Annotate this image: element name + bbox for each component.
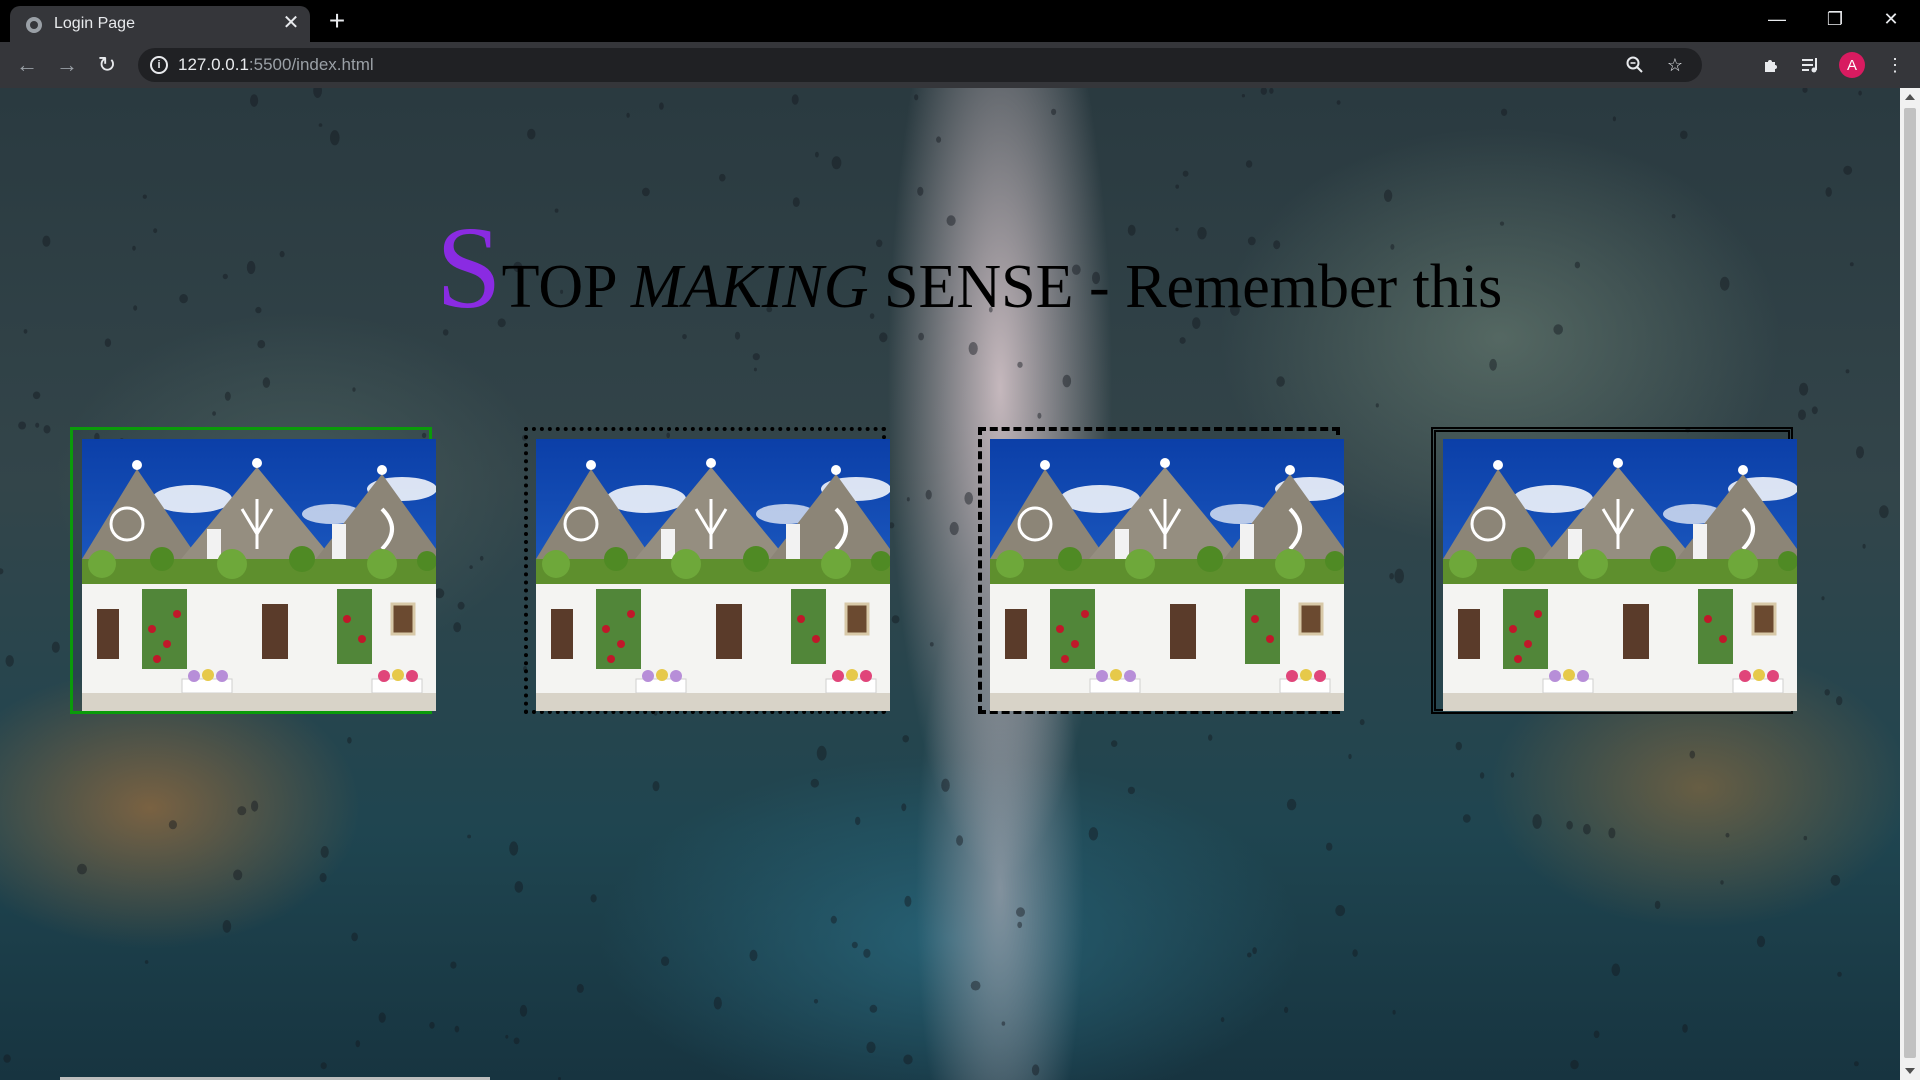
new-tab-button[interactable]: + <box>322 7 352 35</box>
title-part-1: TOP <box>501 253 631 321</box>
zoom-icon[interactable] <box>1622 52 1648 78</box>
trulli-house-photo <box>990 439 1345 711</box>
trulli-house-photo <box>1443 439 1798 711</box>
restore-button[interactable]: ❐ <box>1806 0 1864 38</box>
close-window-button[interactable]: ✕ <box>1862 0 1920 38</box>
trulli-house-photo <box>82 439 437 711</box>
image-frame-dotted <box>524 427 891 714</box>
minimize-button[interactable]: — <box>1748 0 1806 38</box>
page-title: STOP MAKING SENSE - Remember this <box>436 200 1536 336</box>
extensions-puzzle-icon[interactable] <box>1756 50 1786 80</box>
back-arrow-icon[interactable]: ← <box>12 50 42 80</box>
profile-avatar[interactable]: A <box>1839 52 1865 78</box>
kebab-menu-icon[interactable]: ⋮ <box>1880 50 1910 80</box>
image-frame-double <box>1431 427 1798 714</box>
media-queue-icon[interactable] <box>1796 50 1826 80</box>
title-italic-word: MAKING <box>630 253 869 321</box>
scroll-down-arrow-icon[interactable] <box>1905 1068 1915 1074</box>
browser-tab[interactable]: Login Page ✕ <box>10 6 310 42</box>
title-part-2: SENSE - Remember this <box>868 253 1503 321</box>
trulli-house-photo <box>536 439 891 711</box>
vertical-scrollbar[interactable] <box>1900 88 1920 1080</box>
scroll-thumb[interactable] <box>1904 108 1916 1058</box>
info-icon[interactable]: i <box>150 56 168 74</box>
image-frame-solid-green <box>70 427 437 714</box>
tab-title: Login Page <box>54 15 135 32</box>
url-text[interactable]: 127.0.0.1:5500/index.html <box>178 55 374 75</box>
forward-arrow-icon[interactable]: → <box>52 50 82 80</box>
drop-cap-letter: S <box>436 202 502 333</box>
tab-strip: Login Page ✕ + — ❐ ✕ <box>0 0 1920 42</box>
image-frame-dashed <box>978 427 1345 714</box>
bookmark-star-icon[interactable]: ☆ <box>1662 52 1688 78</box>
address-bar[interactable]: i 127.0.0.1:5500/index.html ☆ <box>138 48 1702 82</box>
globe-icon <box>26 17 42 33</box>
page-viewport: STOP MAKING SENSE - Remember this <box>0 88 1900 1080</box>
reload-icon[interactable]: ↻ <box>92 50 122 80</box>
close-tab-icon[interactable]: ✕ <box>280 12 302 34</box>
scroll-up-arrow-icon[interactable] <box>1905 94 1915 100</box>
browser-toolbar: ← → ↻ i 127.0.0.1:5500/index.html ☆ ⋮ <box>0 42 1920 88</box>
